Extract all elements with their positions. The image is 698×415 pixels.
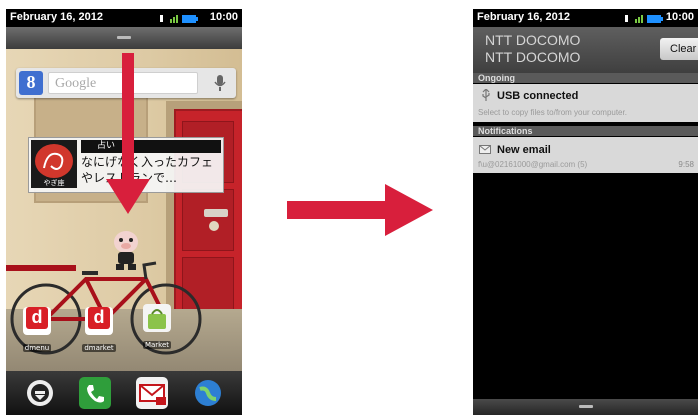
usb-notification[interactable]: USB connected Select to copy files to/fr… <box>473 84 698 122</box>
signal-battery-icon <box>625 15 663 23</box>
clear-button[interactable]: Clear <box>660 38 698 60</box>
right-arrow-icon <box>287 184 433 236</box>
email-notification[interactable]: New email f\u@02161000@gmail.com (5) 9:5… <box>473 137 698 173</box>
notification-panel-phone: February 16, 2012 10:00 NTT DOCOMO NTT D… <box>473 9 698 415</box>
panel-close-handle[interactable] <box>473 399 698 415</box>
section-ongoing: Ongoing <box>473 73 698 83</box>
handle-grip <box>579 405 593 408</box>
status-bar: February 16, 2012 10:00 <box>473 9 698 27</box>
usb-icon <box>482 89 490 101</box>
status-date: February 16, 2012 <box>477 11 570 23</box>
home-screen-phone: February 16, 2012 10:00 8 Google やぎ座 占い … <box>6 9 242 415</box>
carrier-name: NTT DOCOMO <box>485 49 581 65</box>
envelope-icon <box>479 145 491 154</box>
carrier-name: NTT DOCOMO <box>485 32 581 48</box>
swipe-down-arrow-icon <box>106 53 150 214</box>
section-notifications: Notifications <box>473 126 698 136</box>
status-icons <box>625 13 665 23</box>
status-time: 10:00 <box>665 11 694 23</box>
